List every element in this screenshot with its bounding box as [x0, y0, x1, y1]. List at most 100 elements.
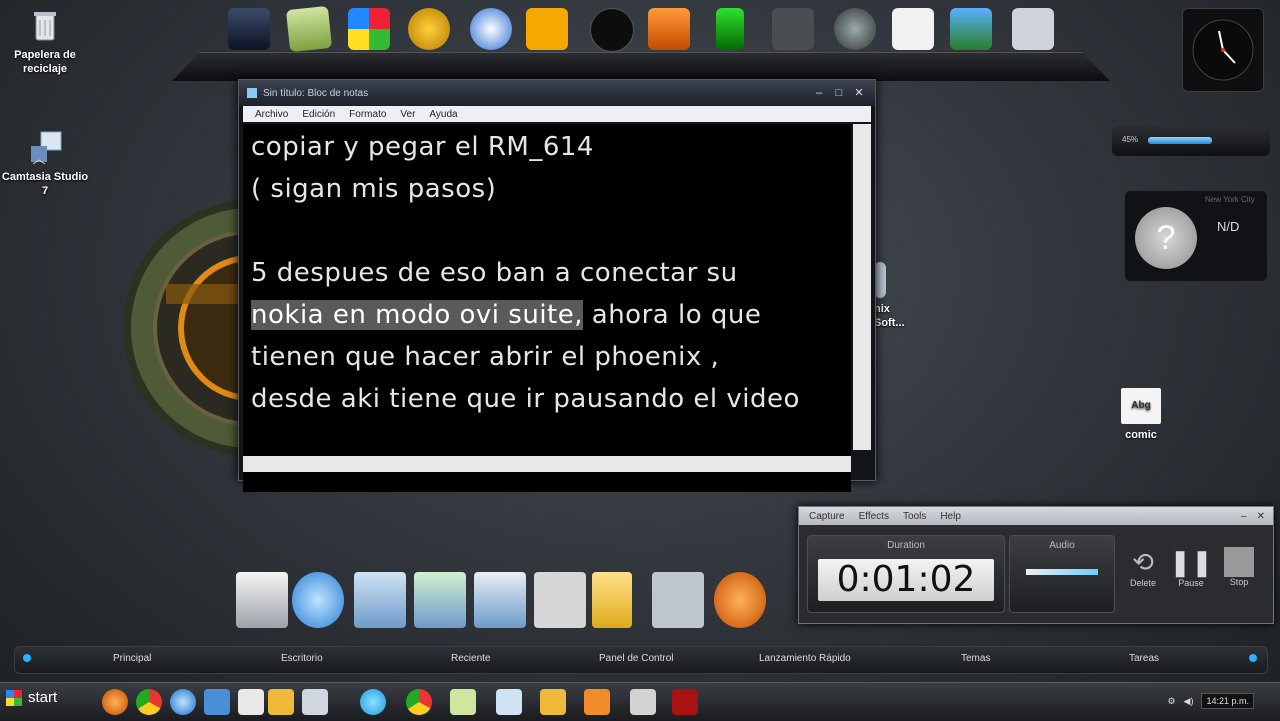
- text-line: nokia en modo ovi suite, ahora lo que: [251, 300, 761, 330]
- menu-help[interactable]: Help: [940, 511, 961, 522]
- mp3-icon[interactable]: [648, 8, 690, 50]
- notes-icon[interactable]: [450, 689, 476, 715]
- clock-gadget: [1182, 8, 1264, 92]
- menu-capture[interactable]: Capture: [809, 511, 845, 522]
- desktop-icon-camtasia[interactable]: Camtasia Studio 7: [0, 130, 90, 198]
- weather-gadget: ? New York City N/D: [1124, 190, 1268, 282]
- weather-city: New York City: [1205, 195, 1255, 204]
- recorder-icon[interactable]: [672, 689, 698, 715]
- desktop-icon-recycle-bin[interactable]: Papelera de reciclaje: [0, 8, 90, 76]
- stop-button[interactable]: Stop: [1217, 547, 1261, 587]
- nexus-icon[interactable]: [228, 8, 270, 50]
- windows-flag-icon: [6, 689, 22, 706]
- duration-panel: Duration 0:01:02: [807, 535, 1005, 613]
- tools-icon[interactable]: [630, 689, 656, 715]
- text-line: copiar y pegar el RM_614: [251, 132, 594, 162]
- tray-clock[interactable]: 14:21 p.m.: [1201, 693, 1254, 709]
- internet-icon[interactable]: [292, 572, 344, 628]
- top-dock: [172, 0, 1110, 81]
- tab-tareas[interactable]: Tareas: [1129, 653, 1159, 664]
- menu-edicion[interactable]: Edición: [302, 109, 335, 120]
- tab-lanzamiento-rapido[interactable]: Lanzamiento Rápido: [759, 653, 851, 664]
- delete-label: Delete: [1129, 578, 1156, 588]
- notepad-icon[interactable]: [496, 689, 522, 715]
- tab-temas[interactable]: Temas: [961, 653, 990, 664]
- audio-label: Audio: [1049, 540, 1075, 551]
- tab-panel-de-control[interactable]: Panel de Control: [599, 653, 674, 664]
- mail-icon[interactable]: [892, 8, 934, 50]
- tools-icon[interactable]: [534, 572, 586, 628]
- close-button[interactable]: ✕: [1257, 511, 1265, 522]
- chrome-icon[interactable]: [406, 689, 432, 715]
- minimize-button[interactable]: –: [1241, 511, 1247, 522]
- horizontal-scrollbar[interactable]: [243, 456, 851, 472]
- desktop-icon-comic[interactable]: Abg comic: [1096, 388, 1186, 442]
- volume-percent: 45%: [1122, 135, 1139, 144]
- volume-bar[interactable]: [1148, 137, 1212, 144]
- window-icon[interactable]: [302, 689, 328, 715]
- desktop-icon-label: Camtasia Studio 7: [1, 171, 89, 197]
- tab-escritorio[interactable]: Escritorio: [281, 653, 323, 664]
- ie-icon[interactable]: [170, 689, 196, 715]
- vertical-scrollbar[interactable]: [853, 124, 871, 450]
- maximize-button[interactable]: □: [831, 86, 847, 100]
- clock-app-icon[interactable]: [590, 8, 634, 52]
- menu-archivo[interactable]: Archivo: [255, 109, 288, 120]
- folder-icon[interactable]: [592, 572, 632, 628]
- halo-gadget: [106, 188, 379, 468]
- notepad-text-area[interactable]: copiar y pegar el RM_614 ( sigan mis pas…: [243, 124, 851, 492]
- tab-principal[interactable]: Principal: [113, 653, 151, 664]
- desktop-icon-label: Papelera de reciclaje: [14, 49, 76, 75]
- notepad-titlebar[interactable]: Sin título: Bloc de notas – □ ✕: [239, 80, 875, 106]
- close-button[interactable]: ✕: [851, 86, 867, 100]
- desktop-icon[interactable]: [204, 689, 230, 715]
- bottom-dock: [230, 566, 775, 634]
- windows-logo-icon[interactable]: [348, 8, 390, 50]
- volume-gadget[interactable]: 45%: [1112, 126, 1270, 156]
- media-icon[interactable]: [584, 689, 610, 715]
- network-tray-icon[interactable]: ⚙: [1167, 696, 1175, 707]
- notes-icon[interactable]: [285, 5, 333, 53]
- notepad-app-icon: [247, 88, 257, 98]
- battery-icon[interactable]: [716, 8, 744, 50]
- start-button[interactable]: start: [6, 689, 57, 706]
- start-label: start: [28, 689, 58, 706]
- menu-formato[interactable]: Formato: [349, 109, 386, 120]
- monitor-icon[interactable]: [236, 572, 288, 628]
- folder-icon[interactable]: [540, 689, 566, 715]
- stop-icon: [1224, 547, 1254, 577]
- vlc-icon[interactable]: [102, 689, 128, 715]
- folder-icon[interactable]: [474, 572, 526, 628]
- chrome-icon[interactable]: [136, 689, 162, 715]
- recorder-menubar: Capture Effects Tools Help – ✕: [799, 507, 1273, 525]
- folder-icon[interactable]: [354, 572, 406, 628]
- minimize-button[interactable]: –: [811, 86, 827, 100]
- recorder-window[interactable]: Capture Effects Tools Help – ✕ Duration …: [798, 506, 1274, 624]
- folder-icon[interactable]: [268, 689, 294, 715]
- help-icon[interactable]: [408, 8, 450, 50]
- folder-icon[interactable]: [414, 572, 466, 628]
- menu-effects[interactable]: Effects: [859, 511, 889, 522]
- fax-icon[interactable]: [772, 8, 814, 50]
- vlc-icon[interactable]: [714, 572, 766, 628]
- pause-button[interactable]: ❚❚ Pause: [1169, 547, 1213, 588]
- menu-ayuda[interactable]: Ayuda: [429, 109, 457, 120]
- notepad-window[interactable]: Sin título: Bloc de notas – □ ✕ Archivo …: [238, 79, 876, 492]
- delete-button[interactable]: ⟲ Delete: [1121, 547, 1165, 588]
- search-icon[interactable]: [1012, 8, 1054, 50]
- sync-icon[interactable]: [360, 689, 386, 715]
- menu-ver[interactable]: Ver: [400, 109, 415, 120]
- menu-tools[interactable]: Tools: [903, 511, 926, 522]
- tab-reciente[interactable]: Reciente: [451, 653, 490, 664]
- rocketdock-icon[interactable]: [526, 8, 568, 50]
- network-icon[interactable]: [470, 8, 512, 50]
- window-blinds-icon[interactable]: [652, 572, 704, 628]
- audio-level-slider[interactable]: [1026, 569, 1098, 575]
- photo-icon[interactable]: [950, 8, 992, 50]
- desktop-icon-label: comic: [1125, 429, 1157, 441]
- window-title: Sin título: Bloc de notas: [263, 87, 369, 99]
- volume-tray-icon[interactable]: ◀): [1184, 696, 1194, 707]
- pause-label: Pause: [1178, 578, 1204, 588]
- globe-icon[interactable]: [834, 8, 876, 50]
- document-icon[interactable]: [238, 689, 264, 715]
